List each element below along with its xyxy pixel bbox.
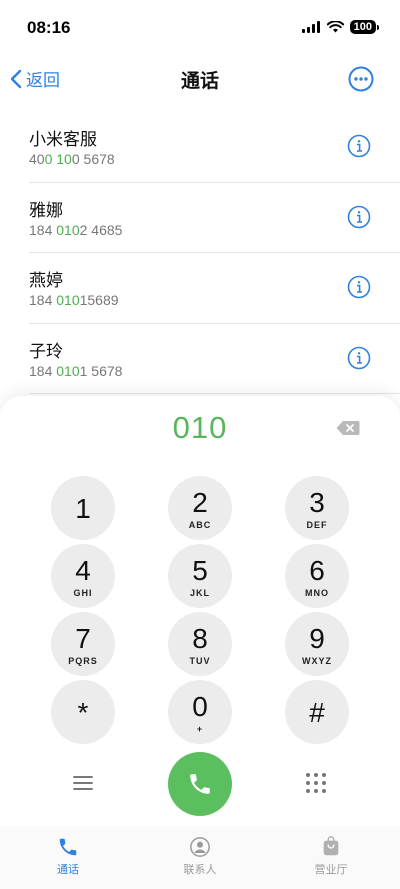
dialpad-grid-icon[interactable]	[305, 772, 327, 794]
key-digit: 6	[309, 555, 325, 586]
info-icon[interactable]	[347, 346, 371, 370]
key-digit: #	[309, 697, 325, 728]
number-match: 10	[56, 151, 72, 167]
signal-icon	[301, 21, 320, 33]
number-part: 40	[29, 151, 45, 167]
call-button[interactable]	[168, 752, 232, 816]
contact-name: 小米客服	[29, 130, 97, 150]
backspace-icon[interactable]	[336, 420, 360, 436]
key-2[interactable]: 2 ABC	[168, 476, 232, 540]
number-match: 010	[56, 292, 80, 308]
key-letters: DEF	[306, 520, 328, 530]
key-1[interactable]: 1	[51, 476, 115, 540]
contact-row[interactable]: 子玲 184 0101 5678	[29, 324, 400, 394]
key-digit: 4	[75, 555, 91, 586]
contact-name: 雅娜	[29, 200, 63, 221]
key-letters: GHI	[73, 588, 93, 598]
status-icons: 100	[301, 20, 380, 34]
number-part: 184	[29, 292, 57, 308]
key-hash[interactable]: #	[285, 680, 349, 744]
tab-label: 营业厅	[314, 863, 348, 876]
key-6[interactable]: 6 MNO	[285, 544, 349, 608]
bag-icon	[323, 836, 339, 856]
status-time: 08:16	[27, 18, 71, 37]
contact-row[interactable]: 小米客服 400 100 5678	[29, 112, 400, 183]
key-letters: ABC	[188, 520, 212, 530]
key-5[interactable]: 5 JKL	[168, 544, 232, 608]
number-part: 0	[71, 151, 80, 167]
number-part: 5678	[79, 151, 115, 167]
menu-icon[interactable]	[72, 774, 94, 792]
number-match: 010	[56, 221, 80, 238]
key-letters: WXYZ	[302, 656, 332, 666]
key-digit: 3	[309, 487, 325, 518]
phone-icon	[190, 774, 210, 794]
contact-list: 小米客服 400 100 5678 雅娜 184 0102 4685 燕婷 18…	[0, 112, 400, 394]
key-digit: 5	[192, 555, 208, 586]
tab-bar: 通话 联系人 营业厅	[0, 826, 400, 889]
dial-pad-sheet: 010 1 2 ABC 3 DEF 4 GHI 5 JKL 6 MNO 7 PQRS 8 TU…	[0, 396, 400, 826]
tab-label: 联系人	[183, 863, 217, 876]
key-letters: JKL	[189, 588, 210, 598]
key-4[interactable]: 4 GHI	[51, 544, 115, 608]
key-digit: *	[77, 697, 89, 728]
key-9[interactable]: 9 WXYZ	[285, 612, 349, 676]
key-digit: 9	[309, 623, 325, 654]
key-digit: 1	[75, 493, 91, 524]
tab-contacts[interactable]: 联系人	[160, 836, 240, 877]
tab-service-hall[interactable]: 营业厅	[291, 836, 371, 877]
key-7[interactable]: 7 PQRS	[51, 612, 115, 676]
contact-number: 184 0101 5678	[29, 363, 122, 379]
key-digit: 2	[192, 487, 208, 518]
key-letters: TUV	[189, 656, 211, 666]
contact-number: 184 01015689	[29, 292, 119, 308]
tab-label: 通话	[57, 863, 79, 876]
key-letters: PQRS	[68, 656, 98, 666]
key-digit: 7	[75, 623, 91, 654]
number-part: 184	[29, 362, 57, 379]
person-icon	[190, 837, 210, 857]
more-options-icon[interactable]	[348, 66, 374, 92]
tab-calls[interactable]: 通话	[28, 836, 108, 877]
key-8[interactable]: 8 TUV	[168, 612, 232, 676]
key-letters: +	[196, 724, 204, 734]
info-icon[interactable]	[347, 134, 371, 158]
battery-indicator: 100	[349, 20, 380, 34]
wifi-icon	[326, 21, 344, 33]
phone-icon	[59, 838, 77, 856]
number-part: 184	[29, 221, 57, 238]
status-bar: 08:16 100	[0, 0, 400, 54]
contact-number: 400 100 5678	[29, 151, 115, 167]
info-icon[interactable]	[347, 275, 371, 299]
number-part: 1 5678	[79, 362, 123, 379]
contact-number: 184 0102 4685	[29, 222, 122, 238]
contact-name: 燕婷	[29, 271, 63, 291]
number-match: 010	[56, 362, 80, 379]
contact-name: 子玲	[29, 341, 63, 362]
key-0[interactable]: 0 +	[168, 680, 232, 744]
key-digit: 0	[192, 691, 208, 722]
key-letters: MNO	[305, 588, 329, 598]
key-3[interactable]: 3 DEF	[285, 476, 349, 540]
page-title: 通话	[180, 70, 219, 92]
key-star[interactable]: *	[51, 680, 115, 744]
number-part: 15689	[79, 292, 119, 308]
key-digit: 8	[192, 623, 208, 654]
number-part: 2 4685	[79, 221, 123, 238]
contact-row[interactable]: 燕婷 184 01015689	[29, 253, 400, 324]
nav-bar: 返回 通话	[0, 56, 400, 102]
contact-row[interactable]: 雅娜 184 0102 4685	[29, 183, 400, 253]
info-icon[interactable]	[347, 205, 371, 229]
